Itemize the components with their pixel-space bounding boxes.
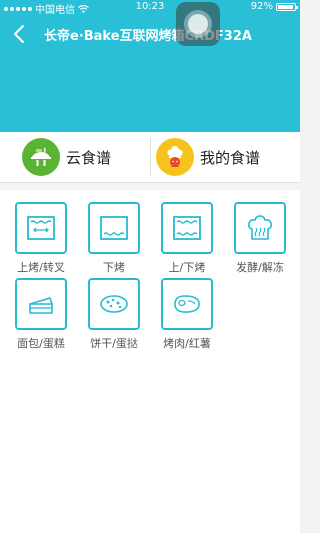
assistive-touch-button[interactable]	[176, 2, 220, 46]
bottom-heat-icon	[88, 202, 140, 254]
battery-percent: 92%	[250, 1, 273, 12]
mode-label: 下烤	[103, 261, 125, 274]
battery-fill	[278, 4, 293, 9]
mode-cookie-tart[interactable]: 饼干/蛋挞	[78, 278, 150, 351]
mode-bottom-heat[interactable]: 下烤	[78, 202, 150, 275]
mode-label: 发酵/解冻	[236, 261, 284, 274]
mode-top-bottom-heat[interactable]: 上/下烤	[151, 202, 223, 275]
title-bar: 长帝e·Bake互联网烤箱CRDF32A	[0, 18, 300, 50]
top-heat-rotisserie-icon	[15, 202, 67, 254]
my-recipes-button[interactable]: 我的食谱	[156, 132, 260, 182]
my-recipes-label: 我的食谱	[200, 148, 261, 167]
mode-meat-sweet-potato[interactable]: 烤肉/红薯	[151, 278, 223, 351]
back-button[interactable]	[8, 20, 30, 48]
recipe-divider	[150, 138, 151, 176]
mode-grid: 上烤/转叉 下烤 上/下烤 发酵/解冻 面包/蛋糕 饼干/蛋挞 烤肉/红薯	[0, 190, 300, 533]
page-title: 长帝e·Bake互联网烤箱CRDF32A	[44, 29, 252, 44]
status-bar: 中国电信 10:23 92%	[0, 0, 300, 16]
cloud-recipes-label: 云食谱	[66, 148, 112, 167]
mode-top-heat-rotisserie[interactable]: 上烤/转叉	[5, 202, 77, 275]
meat-icon	[161, 278, 213, 330]
status-right: 92%	[250, 1, 298, 12]
top-bottom-heat-icon	[161, 202, 213, 254]
chef-hat-icon	[156, 138, 194, 176]
app-header: 中国电信 10:23 92% 长帝e·Bake互联网烤箱CRDF32A	[0, 0, 300, 132]
mode-label: 上/下烤	[168, 261, 206, 274]
mode-label: 面包/蛋糕	[17, 337, 65, 350]
mode-label: 上烤/转叉	[17, 261, 65, 274]
ferment-defrost-icon	[234, 202, 286, 254]
fork-knife-icon	[22, 138, 60, 176]
cloud-recipes-button[interactable]: 云食谱	[22, 132, 111, 182]
chevron-left-icon	[14, 25, 24, 43]
cake-icon	[15, 278, 67, 330]
cookie-icon	[88, 278, 140, 330]
recipe-bar: 云食谱 我的食谱	[0, 132, 300, 183]
mode-label: 饼干/蛋挞	[90, 337, 138, 350]
mode-label: 烤肉/红薯	[163, 337, 211, 350]
mode-ferment-defrost[interactable]: 发酵/解冻	[224, 202, 296, 275]
mode-bread-cake[interactable]: 面包/蛋糕	[5, 278, 77, 351]
battery-icon	[276, 2, 298, 11]
